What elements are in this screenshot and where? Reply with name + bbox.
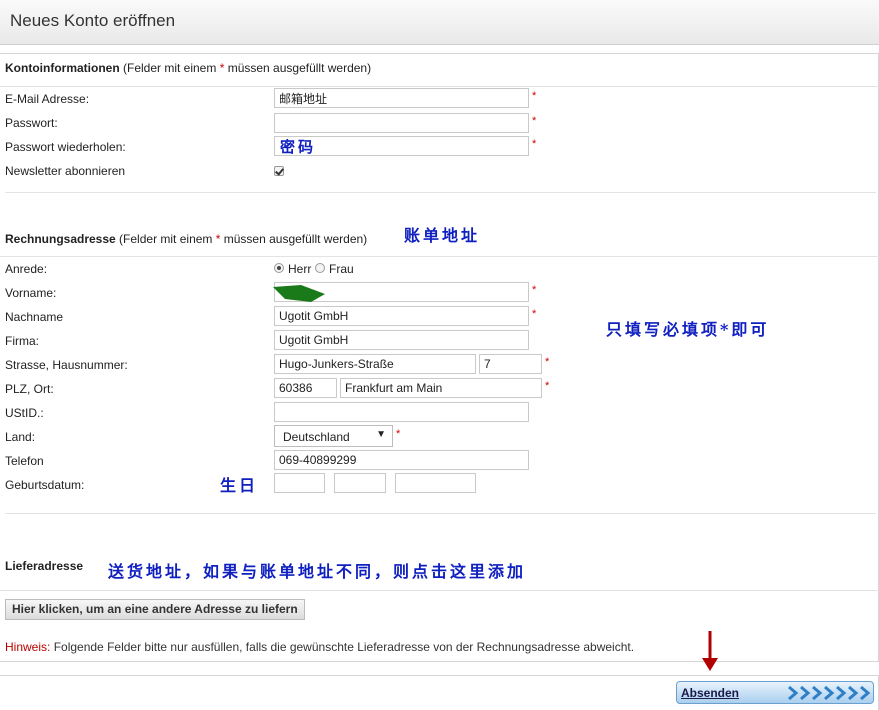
lastname-label: Nachname [5, 310, 64, 324]
street-label: Strasse, Hausnummer: [5, 358, 128, 372]
birthdate-month-field[interactable] [334, 473, 386, 493]
redaction-scribble [273, 285, 325, 302]
vatid-field[interactable] [274, 402, 529, 422]
newsletter-checkbox[interactable] [274, 166, 284, 176]
required-mark: * [545, 380, 550, 392]
required-mark: * [545, 356, 550, 368]
different-delivery-address-button[interactable]: Hier klicken, um an eine andere Adresse … [5, 599, 305, 620]
submit-button[interactable]: Absenden [676, 681, 874, 704]
password-field[interactable] [274, 113, 529, 133]
salutation-frau-label: Frau [329, 262, 354, 276]
firstname-label: Vorname: [5, 286, 57, 300]
submit-button-label: Absenden [681, 686, 740, 700]
annotation-delivery: 送货地址，如果与账单地址不同，则点击这里添加 [108, 562, 527, 581]
page-title: Neues Konto eröffnen [10, 11, 176, 30]
annotation-billing: 账单地址 [404, 226, 481, 245]
zip-field[interactable] [274, 378, 337, 398]
account-note-prefix: (Felder mit einem [119, 61, 220, 75]
billing-note-prefix: (Felder mit einem [115, 232, 216, 246]
email-label: E-Mail Adresse: [5, 92, 90, 106]
required-mark: * [532, 90, 537, 102]
dropdown-arrow-icon: ▼ [376, 429, 386, 440]
divider [0, 256, 879, 257]
birthdate-day-field[interactable] [274, 473, 325, 493]
delivery-section-heading: Lieferadresse [5, 559, 83, 573]
salutation-herr-label: Herr [288, 262, 312, 276]
company-field[interactable] [274, 330, 529, 350]
salutation-radio-frau[interactable] [315, 263, 325, 273]
lastname-field[interactable] [274, 306, 529, 326]
email-field[interactable] [274, 88, 529, 108]
required-mark: * [532, 138, 537, 150]
billing-note-suffix: müssen ausgefüllt werden) [220, 232, 368, 246]
street-field[interactable] [274, 354, 476, 374]
divider [0, 590, 879, 591]
annotation-birthday: 生日 [220, 476, 259, 495]
divider [5, 513, 876, 514]
red-arrow-annotation-icon [702, 631, 718, 671]
vatid-label: UStID.: [5, 406, 44, 420]
password-repeat-label: Passwort wiederholen: [5, 140, 126, 154]
account-heading-text: Kontoinformationen [5, 61, 120, 75]
title-bar: Neues Konto eröffnen [0, 0, 879, 45]
billing-section-heading: Rechnungsadresse (Felder mit einem * müs… [5, 232, 367, 246]
delivery-heading-text: Lieferadresse [5, 559, 84, 573]
hint-text: Folgende Felder bitte nur ausfüllen, fal… [50, 640, 635, 654]
password-label: Passwort: [5, 116, 58, 130]
annotation-required-only: 只填写必填项*即可 [606, 320, 770, 339]
required-mark: * [532, 308, 537, 320]
billing-heading-text: Rechnungsadresse [5, 232, 116, 246]
divider [5, 192, 876, 193]
phone-field[interactable] [274, 450, 529, 470]
city-field[interactable] [340, 378, 542, 398]
country-select[interactable]: Deutschland ▼ [274, 425, 393, 447]
account-note-suffix: müssen ausgefüllt werden) [224, 61, 372, 75]
salutation-label: Anrede: [5, 262, 48, 276]
annotation-password: 密码 [280, 138, 317, 156]
account-section-heading: Kontoinformationen (Felder mit einem * m… [5, 61, 371, 75]
phone-label: Telefon [5, 454, 44, 468]
birthdate-year-field[interactable] [395, 473, 476, 493]
required-mark: * [532, 115, 537, 127]
delivery-hint: Hinweis: Folgende Felder bitte nur ausfü… [5, 640, 634, 654]
required-mark: * [532, 284, 537, 296]
zipcity-label: PLZ, Ort: [5, 382, 54, 396]
country-select-value: Deutschland [283, 430, 350, 444]
chevrons-right-icon [788, 685, 871, 701]
divider [0, 86, 879, 87]
country-label: Land: [5, 430, 36, 444]
company-label: Firma: [5, 334, 39, 348]
hint-key: Hinweis: [5, 640, 51, 654]
birthdate-label: Geburtsdatum: [5, 478, 85, 492]
housenumber-field[interactable] [479, 354, 542, 374]
required-mark: * [396, 428, 401, 440]
newsletter-label: Newsletter abonnieren [5, 164, 126, 178]
salutation-radio-herr[interactable] [274, 263, 284, 273]
